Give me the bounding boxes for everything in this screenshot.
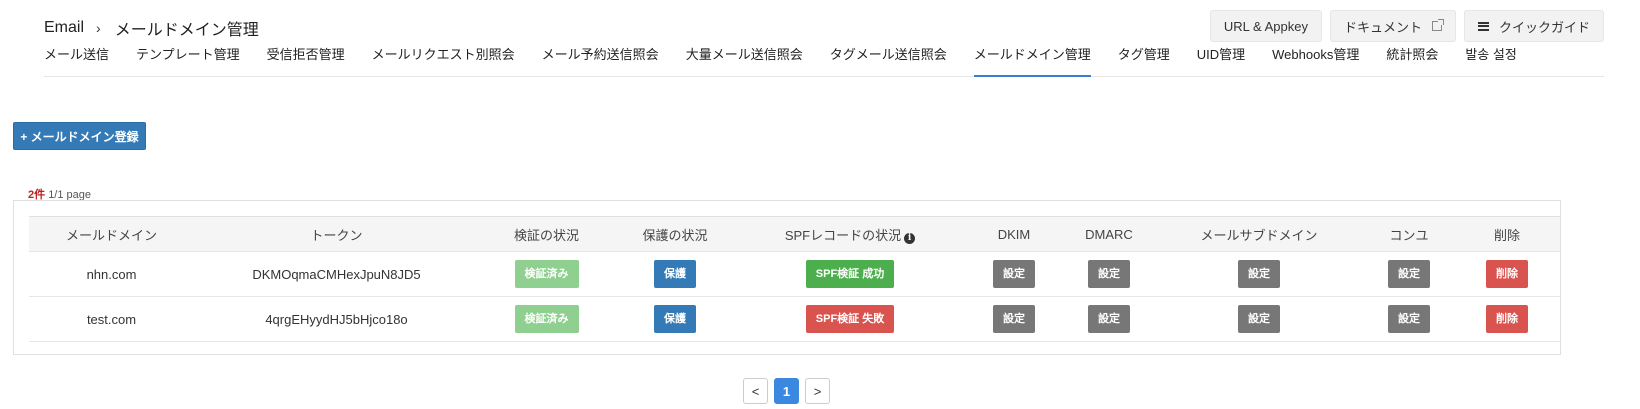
tab-webhooks[interactable]: Webhooks管理 — [1272, 44, 1359, 77]
protect-button[interactable]: 保護 — [654, 260, 696, 288]
tab-mass-query[interactable]: 大量メール送信照会 — [686, 44, 803, 77]
tab-domain-management[interactable]: メールドメイン管理 — [973, 44, 1091, 77]
table-header-row: メールドメイン トークン 検証の状況 保護の状況 SPFレコードの状況 i DKI… — [29, 216, 1560, 252]
header-spf: SPFレコードの状況 i — [736, 217, 964, 252]
next-page-button[interactable]: > — [805, 378, 830, 404]
page-title: メールドメイン管理 — [114, 22, 259, 39]
cell-subdomain: 設定 — [1154, 252, 1364, 297]
tab-tag-management[interactable]: タグ管理 — [1118, 44, 1170, 77]
domain-table-panel: メールドメイン トークン 検証の状況 保護の状況 SPFレコードの状況 i DKI… — [13, 200, 1561, 355]
header-verification: 検証の状況 — [513, 227, 579, 243]
tab-label: メール送信 — [44, 47, 110, 62]
top-buttons: URL & Appkey ドキュメント クイックガイド — [1209, 10, 1604, 42]
header-token: トークン — [310, 227, 363, 243]
quick-guide-label: クイックガイド — [1498, 19, 1590, 35]
cell-dkim: 設定 — [964, 252, 1064, 297]
document-button[interactable]: ドキュメント — [1329, 10, 1456, 42]
tab-send-settings[interactable]: 발송 설정 — [1465, 44, 1516, 77]
cell-protection: 保護 — [614, 297, 736, 342]
breadcrumb: Email › メールドメイン管理 — [44, 16, 259, 40]
url-appkey-button[interactable]: URL & Appkey — [1209, 10, 1322, 42]
verified-badge: 検証済み — [514, 260, 579, 288]
quick-guide-button[interactable]: クイックガイド — [1463, 10, 1604, 42]
tab-request-query[interactable]: メールリクエスト別照会 — [372, 44, 515, 77]
tab-statistics[interactable]: 統計照会 — [1386, 44, 1438, 77]
tab-label: 統計照会 — [1386, 47, 1439, 62]
subdomain-setting-button[interactable]: 設定 — [1238, 260, 1280, 288]
header-spf-label: SPFレコードの状況 — [784, 227, 902, 243]
tab-label: メール予約送信照会 — [541, 47, 659, 62]
cell-token: 4qrgEHyydHJ5bHjco18o — [265, 311, 408, 327]
tab-mail-send[interactable]: メール送信 — [44, 44, 109, 77]
url-appkey-label: URL & Appkey — [1223, 18, 1308, 34]
tab-label: 발송 설정 — [1465, 47, 1517, 62]
cell-dmarc: 設定 — [1064, 297, 1154, 342]
tab-tag-mail-query[interactable]: タグメール送信照会 — [830, 44, 947, 77]
cell-domain: nhn.com — [86, 266, 137, 282]
tab-label: 大量メール送信照会 — [685, 47, 803, 62]
delete-button[interactable]: 削除 — [1486, 260, 1528, 288]
header-dmarc: DMARC — [1085, 226, 1133, 242]
tab-label: UID管理 — [1196, 47, 1246, 62]
tab-reject[interactable]: 受信拒否管理 — [267, 44, 345, 77]
menu-icon — [1477, 21, 1489, 31]
header-protection: 保護の状況 — [642, 227, 708, 243]
table-row: test.com 4qrgEHyydHJ5bHjco18o 検証済み 保護 SP… — [29, 296, 1560, 342]
pagination: < 1 > — [743, 378, 830, 404]
page-header: Email › メールドメイン管理 URL & Appkey ドキュメント クイ… — [44, 8, 1604, 77]
cell-delete: 削除 — [1454, 297, 1560, 342]
tab-label: 受信拒否管理 — [266, 47, 345, 62]
table-row: nhn.com DKMOqmaCMHexJpuN8JD5 検証済み 保護 SPF… — [29, 251, 1560, 297]
cell-verification: 検証済み — [479, 297, 614, 342]
cell-spf: SPF検証 成功 — [736, 252, 964, 297]
header-konyu: コンユ — [1389, 227, 1429, 243]
tab-uid-management[interactable]: UID管理 — [1197, 44, 1245, 77]
tab-bar: メール送信 テンプレート管理 受信拒否管理 メールリクエスト別照会 メール予約送… — [44, 44, 1604, 77]
dkim-setting-button[interactable]: 設定 — [993, 305, 1035, 333]
konyu-setting-button[interactable]: 設定 — [1388, 260, 1430, 288]
header-dkim: DKIM — [997, 226, 1031, 242]
dmarc-setting-button[interactable]: 設定 — [1088, 260, 1130, 288]
cell-verification: 検証済み — [479, 252, 614, 297]
spf-status-button[interactable]: SPF検証 成功 — [805, 260, 895, 288]
cell-dmarc: 設定 — [1064, 252, 1154, 297]
cell-dkim: 設定 — [964, 297, 1064, 342]
verified-badge: 検証済み — [514, 305, 579, 333]
tab-label: タグメール送信照会 — [829, 47, 947, 62]
cell-konyu: 設定 — [1364, 297, 1454, 342]
prev-page-button[interactable]: < — [743, 378, 768, 404]
header-domain: メールドメイン — [65, 227, 157, 243]
tab-label: メールリクエスト別照会 — [371, 47, 515, 62]
header-subdomain: メールサブドメイン — [1200, 227, 1318, 243]
cell-subdomain: 設定 — [1154, 297, 1364, 342]
dkim-setting-button[interactable]: 設定 — [993, 260, 1035, 288]
protect-button[interactable]: 保護 — [654, 305, 696, 333]
cell-delete: 削除 — [1454, 252, 1560, 297]
cell-konyu: 設定 — [1364, 252, 1454, 297]
cell-domain: test.com — [86, 311, 137, 327]
tab-template[interactable]: テンプレート管理 — [136, 44, 240, 77]
header-delete: 削除 — [1493, 227, 1520, 243]
tab-label: タグ管理 — [1117, 47, 1170, 62]
external-link-icon — [1431, 19, 1444, 31]
dmarc-setting-button[interactable]: 設定 — [1088, 305, 1130, 333]
domain-table: メールドメイン トークン 検証の状況 保護の状況 SPFレコードの状況 i DKI… — [29, 216, 1560, 342]
tab-reservation-query[interactable]: メール予約送信照会 — [542, 44, 659, 77]
cell-token: DKMOqmaCMHexJpuN8JD5 — [252, 266, 421, 282]
info-icon[interactable]: i — [904, 232, 916, 244]
document-label: ドキュメント — [1343, 19, 1422, 35]
tab-label: メールドメイン管理 — [973, 47, 1091, 62]
delete-button[interactable]: 削除 — [1486, 305, 1528, 333]
cell-protection: 保護 — [614, 252, 736, 297]
konyu-setting-button[interactable]: 設定 — [1388, 305, 1430, 333]
tab-label: Webhooks管理 — [1272, 47, 1360, 62]
subdomain-setting-button[interactable]: 設定 — [1238, 305, 1280, 333]
register-domain-button[interactable]: + メールドメイン登録 — [13, 122, 146, 150]
cell-spf: SPF検証 失敗 — [736, 297, 964, 342]
spf-status-button[interactable]: SPF検証 失敗 — [805, 305, 895, 333]
chevron-right-icon: › — [96, 20, 101, 36]
breadcrumb-root[interactable]: Email — [44, 19, 84, 37]
page-number-button[interactable]: 1 — [774, 378, 799, 404]
tab-label: テンプレート管理 — [136, 47, 240, 62]
